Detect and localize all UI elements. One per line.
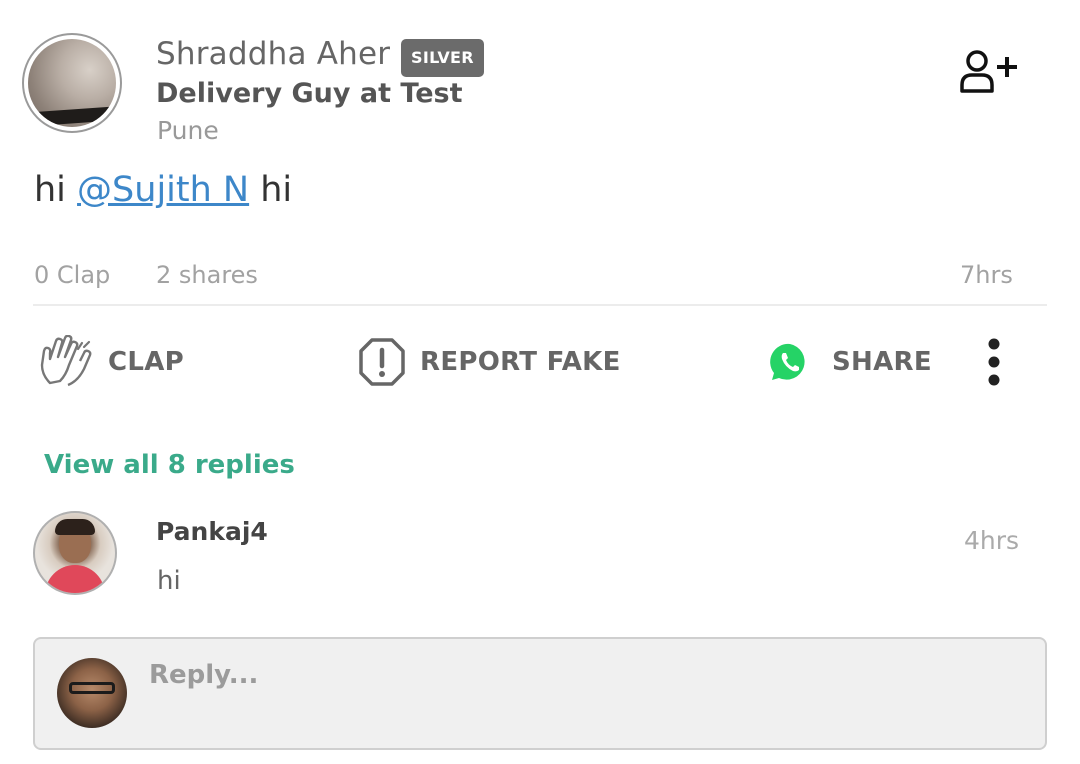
view-all-replies-link[interactable]: View all 8 replies (44, 450, 295, 480)
clap-label: CLAP (108, 347, 185, 377)
reply-author-name[interactable]: Pankaj4 (156, 517, 268, 546)
reply-author-avatar[interactable] (33, 511, 117, 595)
author-avatar[interactable] (22, 33, 122, 133)
more-options-button[interactable] (978, 336, 1010, 388)
mention-link[interactable]: @Sujith N (77, 170, 249, 210)
clap-button[interactable]: CLAP (38, 333, 184, 391)
follow-button[interactable] (957, 47, 1021, 97)
clap-hands-icon (40, 335, 92, 387)
exclamation-octagon-icon (359, 338, 405, 386)
post-time: 7hrs (960, 261, 1013, 289)
author-location: Pune (157, 116, 219, 145)
reply-text: hi (157, 566, 181, 596)
reply-time: 4hrs (964, 526, 1020, 555)
report-fake-label: REPORT FAKE (420, 347, 621, 377)
current-user-avatar (57, 658, 127, 728)
add-user-icon (960, 50, 1017, 93)
reply-placeholder: Reply... (149, 660, 259, 690)
status-badge: SILVER (401, 39, 484, 77)
divider (33, 304, 1047, 306)
whatsapp-icon (770, 343, 805, 380)
reply-input[interactable] (33, 637, 1047, 750)
report-fake-button[interactable]: REPORT FAKE (358, 333, 621, 391)
post-text: hi @Sujith N hi (34, 170, 292, 210)
post-text-prefix: hi (34, 170, 78, 210)
share-button[interactable]: SHARE (768, 333, 932, 391)
author-title: Delivery Guy at Test (156, 78, 463, 109)
post-text-suffix: hi (249, 170, 293, 210)
clap-count[interactable]: 0 Clap (34, 261, 110, 289)
share-count[interactable]: 2 shares (156, 261, 258, 289)
share-label: SHARE (832, 347, 932, 377)
more-vertical-icon (988, 338, 1000, 386)
author-name[interactable]: Shraddha Aher (156, 36, 390, 72)
